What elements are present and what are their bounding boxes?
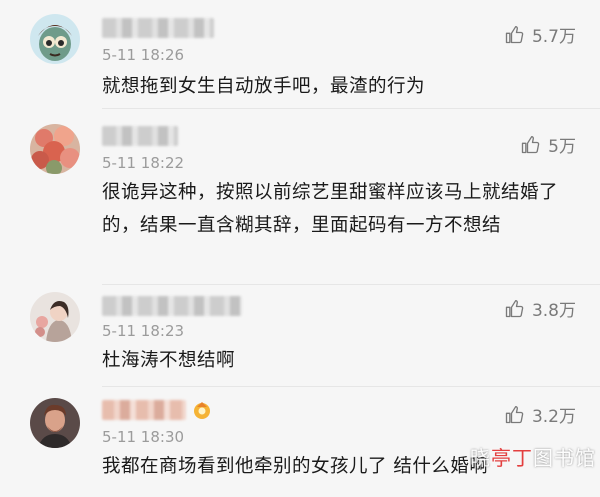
watermark-text-3: 图书馆 [533, 446, 596, 470]
comment-time: 5-11 18:22 [102, 154, 185, 172]
like-button[interactable]: 3.2万 [504, 402, 576, 427]
cartoon-avatar-icon [30, 14, 80, 64]
watermark-text-2: 亭丁 [491, 446, 533, 470]
avatar[interactable] [30, 398, 80, 448]
comment-text: 就想拖到女生自动放手吧，最渣的行为 [102, 76, 426, 97]
like-button[interactable]: 5万 [520, 132, 576, 157]
site-watermark: 晓亭丁图书馆 [470, 442, 596, 471]
like-count: 3.8万 [531, 301, 576, 321]
like-count: 5万 [548, 137, 576, 157]
like-count: 5.7万 [531, 27, 576, 47]
divider [102, 386, 600, 387]
comment-time: 5-11 18:26 [102, 46, 185, 64]
vip-badge-icon [194, 402, 210, 419]
avatar[interactable] [30, 292, 80, 342]
like-button[interactable]: 5.7万 [504, 22, 576, 47]
comment-time: 5-11 18:30 [102, 428, 185, 446]
thumbs-up-icon [522, 135, 540, 153]
thumbs-up-icon [505, 25, 524, 43]
avatar[interactable] [30, 14, 80, 64]
man-avatar-icon [30, 398, 80, 448]
flowers-avatar-icon [30, 124, 80, 174]
comment-text: 很诡异这种，按照以前综艺里甜蜜样应该马上就结婚了的，结果一直含糊其辞，里面起码有… [102, 182, 559, 236]
username-blurred[interactable] [102, 18, 214, 38]
watermark-text-1: 晓 [470, 446, 491, 470]
comment-item: 5-11 18:22 很诡异这种，按照以前综艺里甜蜜样应该马上就结婚了的，结果一… [0, 110, 600, 288]
girl-avatar-icon [30, 292, 80, 342]
username-blurred[interactable] [102, 126, 178, 146]
comment-text: 杜海涛不想结啊 [102, 350, 236, 371]
comment-item: 5-11 18:26 就想拖到女生自动放手吧，最渣的行为 5.7万 [0, 0, 600, 112]
comment-item: 5-11 18:23 杜海涛不想结啊 3.8万 [0, 286, 600, 386]
avatar[interactable] [30, 124, 80, 174]
thumbs-up-icon [505, 405, 524, 423]
divider [102, 108, 600, 109]
like-count: 3.2万 [531, 407, 576, 427]
like-button[interactable]: 3.8万 [504, 296, 576, 321]
username-blurred[interactable] [102, 400, 186, 420]
divider [102, 284, 600, 285]
thumbs-up-icon [505, 299, 524, 317]
comment-time: 5-11 18:23 [102, 322, 185, 340]
username-blurred[interactable] [102, 296, 242, 316]
